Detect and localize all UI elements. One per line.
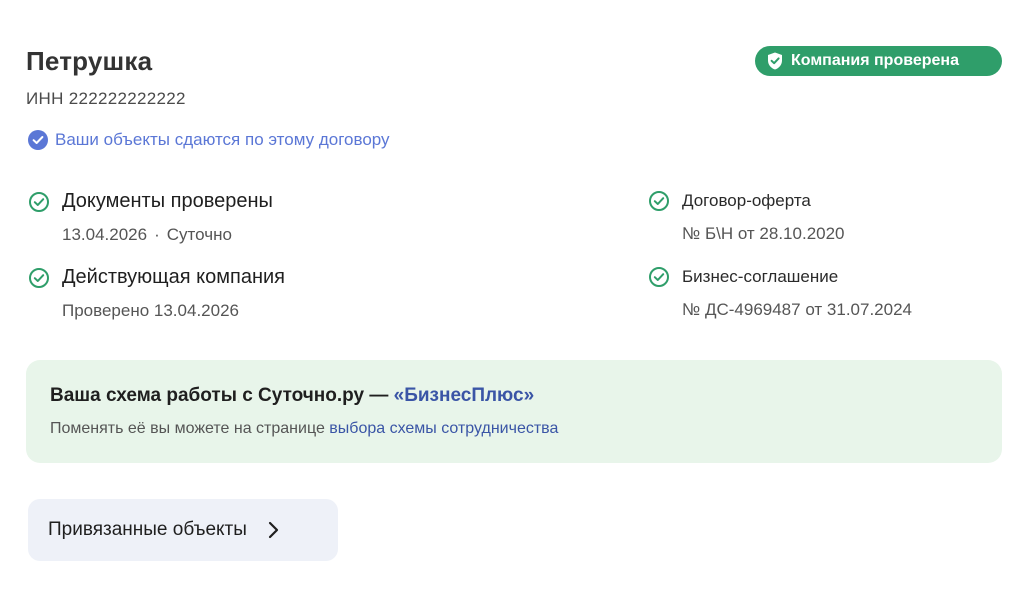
chevron-right-icon	[268, 521, 279, 539]
scheme-text-prefix: Поменять её вы можете на странице	[50, 420, 330, 437]
check-circle-outline-icon	[29, 191, 49, 212]
contract-business-number: № ДС-4969487 от 31.07.2024	[682, 300, 912, 319]
check-documents-title: Документы проверены	[62, 190, 273, 212]
contract-offer: Договор-оферта № Б\Н от 28.10.2020	[648, 190, 845, 244]
check-active-company-subtitle: Проверено 13.04.2026	[62, 301, 239, 320]
contract-offer-title: Договор-оферта	[682, 191, 811, 210]
verified-badge-label: Компания проверена	[791, 52, 959, 69]
contract-business: Бизнес-соглашение № ДС-4969487 от 31.07.…	[648, 266, 912, 320]
check-documents: Документы проверены 13.04.2026 · Суточно	[28, 190, 273, 245]
company-inn: ИНН 222222222222	[26, 89, 186, 108]
contract-offer-number: № Б\Н от 28.10.2020	[682, 224, 845, 243]
scheme-selection-link[interactable]: выбора схемы сотрудничества	[329, 420, 558, 437]
check-circle-outline-icon	[29, 267, 49, 288]
separator-dot: ·	[154, 225, 160, 244]
scheme-name: «БизнесПлюс»	[393, 385, 535, 406]
linked-objects-label: Привязанные объекты	[48, 519, 247, 540]
scheme-title: Ваша схема работы с Суточно.ру — «Бизнес…	[50, 385, 1002, 407]
linked-objects-button[interactable]: Привязанные объекты	[28, 499, 338, 561]
shield-check-icon	[768, 52, 782, 70]
check-documents-source: Суточно	[166, 225, 232, 244]
company-name: Петрушка	[26, 46, 153, 76]
scheme-title-prefix: Ваша схема работы с Суточно.ру —	[50, 385, 394, 406]
check-active-company-title: Действующая компания	[62, 266, 285, 288]
check-documents-subtitle: 13.04.2026 · Суточно	[62, 225, 273, 245]
contract-business-title: Бизнес-соглашение	[682, 267, 839, 286]
contract-note-text: Ваши объекты сдаются по этому договору	[55, 130, 390, 149]
check-circle-outline-icon	[649, 267, 669, 287]
check-active-company: Действующая компания Проверено 13.04.202…	[28, 266, 285, 321]
check-circle-filled-icon	[28, 130, 48, 150]
verified-badge: Компания проверена	[755, 46, 1002, 76]
company-card: Петрушка ИНН 222222222222 Компания прове…	[0, 0, 1028, 601]
check-circle-outline-icon	[649, 191, 669, 211]
contract-note: Ваши объекты сдаются по этому договору	[28, 130, 390, 150]
scheme-banner: Ваша схема работы с Суточно.ру — «Бизнес…	[26, 360, 1002, 463]
check-documents-date: 13.04.2026	[62, 225, 148, 244]
scheme-text: Поменять её вы можете на странице выбора…	[50, 420, 1002, 438]
